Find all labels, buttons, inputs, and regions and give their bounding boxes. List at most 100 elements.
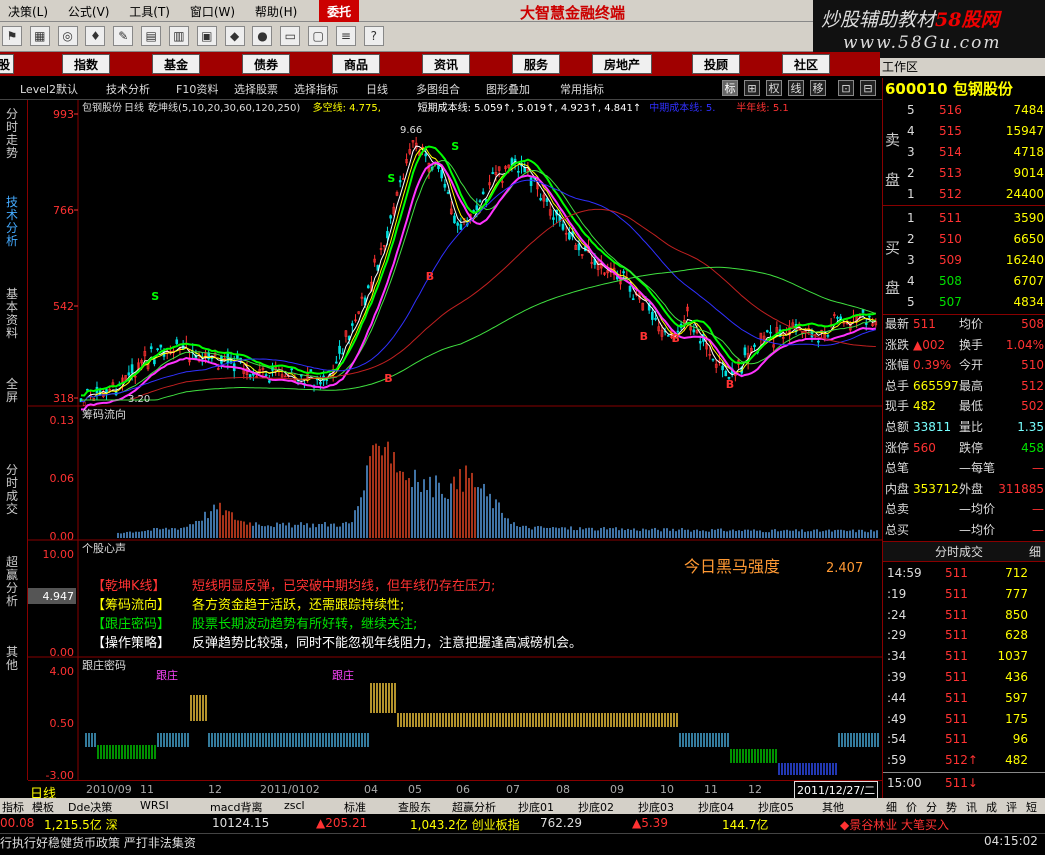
candle-body xyxy=(861,309,865,313)
left-tab-other[interactable]: 其他 xyxy=(6,646,20,672)
sub-select-stock[interactable]: 选择股票 xyxy=(234,81,278,97)
sub-level2[interactable]: Level2默认 xyxy=(20,81,78,97)
chart-header-text: 半年线: 5.1 xyxy=(736,101,788,114)
globe-icon[interactable]: ● xyxy=(252,26,273,46)
right-tab[interactable]: 评 xyxy=(1006,799,1017,815)
sub-multi[interactable]: 多图组合 xyxy=(416,81,460,97)
bottom-tab[interactable]: 抄底02 xyxy=(578,799,614,815)
bottom-tab[interactable]: 指标 xyxy=(2,799,24,815)
left-tab-trades[interactable]: 分时成交 xyxy=(6,464,20,516)
sell-row: 1 512 24400 xyxy=(883,184,1045,205)
books-icon[interactable]: ≡ xyxy=(335,26,356,46)
window-icon[interactable]: ▢ xyxy=(308,26,329,46)
cat-service[interactable]: 服务 xyxy=(512,54,560,74)
cat-fund[interactable]: 基金 xyxy=(152,54,200,74)
sub-move-button[interactable]: 移 xyxy=(810,80,826,96)
bottom-tab[interactable]: macd背离 xyxy=(210,799,263,815)
alarm-icon[interactable]: ♦ xyxy=(85,26,106,46)
sell-volume: 7484 xyxy=(1013,103,1044,117)
candle-body xyxy=(836,317,839,319)
calc-icon[interactable]: ▣ xyxy=(196,26,217,46)
cat-commodity[interactable]: 商品 xyxy=(332,54,380,74)
sub-tech[interactable]: 技术分析 xyxy=(106,81,150,97)
tick-time: :54 xyxy=(887,732,907,747)
sub-f10[interactable]: F10资料 xyxy=(176,81,218,97)
tick-volume: 628 xyxy=(1005,628,1028,643)
news-ticker[interactable]: 行执行好稳健货币政策 严打非法集资 xyxy=(0,834,196,851)
candle-body xyxy=(159,344,163,348)
sub-select-indicator[interactable]: 选择指标 xyxy=(294,81,338,97)
menu-formula[interactable]: 公式(V) xyxy=(60,0,118,23)
bottom-tab[interactable]: 其他 xyxy=(822,799,844,815)
grid-icon[interactable]: ▦ xyxy=(29,26,50,46)
binoculars-icon[interactable]: ◎ xyxy=(57,26,78,46)
low-label: 3.20 xyxy=(128,394,150,405)
sub-list-button[interactable]: ⊟ xyxy=(860,80,876,96)
heart-panel: 个股心声10.004.9470.00今日黑马强度 2.407【乾坤K线】 短线明显反… xyxy=(28,541,882,659)
left-tab-chaoying[interactable]: 超赢分析 xyxy=(6,556,20,608)
shield-icon[interactable]: ◆ xyxy=(224,26,245,46)
right-tab[interactable]: 短 xyxy=(1026,799,1037,815)
bottom-tab[interactable]: 抄底04 xyxy=(698,799,734,815)
date-current: 2011/12/27/二 xyxy=(794,781,879,799)
bottom-tab[interactable]: Dde决策 xyxy=(68,799,112,815)
bottom-tab[interactable]: 抄底03 xyxy=(638,799,674,815)
sub-box-button[interactable]: ⊡ xyxy=(838,80,854,96)
sub-common[interactable]: 常用指标 xyxy=(560,81,604,97)
bottom-tab[interactable]: 标准 xyxy=(344,799,366,815)
date-tick: 06 xyxy=(456,783,470,796)
bottom-tab[interactable]: 抄底05 xyxy=(758,799,794,815)
tick-row: :29 511 628 xyxy=(883,625,1045,646)
sub-overlay[interactable]: 图形叠加 xyxy=(486,81,530,97)
bottom-tab[interactable]: 超赢分析 xyxy=(452,799,496,815)
book-icon[interactable]: ▤ xyxy=(141,26,162,46)
bottom-tab[interactable]: 模板 xyxy=(32,799,54,815)
bottom-tab[interactable]: 抄底01 xyxy=(518,799,554,815)
right-tab[interactable]: 价 xyxy=(906,799,917,815)
sub-right-button[interactable]: 权 xyxy=(766,80,782,96)
candle-body xyxy=(769,331,772,334)
buy-level: 1 xyxy=(907,211,915,225)
left-tab-tech[interactable]: 技术分析 xyxy=(6,196,20,248)
left-tab-timeshare[interactable]: 分时走势 xyxy=(6,108,20,160)
sub-grid-button[interactable]: ⊞ xyxy=(744,80,760,96)
app-window: 决策(L) 公式(V) 工具(T) 窗口(W) 帮助(H) 委托 大智慧金融终端… xyxy=(0,0,1045,855)
cat-stock[interactable]: 股 xyxy=(0,54,14,74)
tick-row: :19 511 777 xyxy=(883,584,1045,605)
sub-daily[interactable]: 日线 xyxy=(366,81,388,97)
cat-advisor[interactable]: 投顾 xyxy=(692,54,740,74)
menu-help[interactable]: 帮助(H) xyxy=(247,0,305,23)
menu-window[interactable]: 窗口(W) xyxy=(182,0,243,23)
bottom-tab[interactable]: 查股东 xyxy=(398,799,431,815)
cat-index[interactable]: 指数 xyxy=(62,54,110,74)
chart-icon[interactable]: ▥ xyxy=(168,26,189,46)
sub-line-button[interactable]: 线 xyxy=(788,80,804,96)
candle-body xyxy=(561,223,565,230)
quote-row: 涨停 560 跌停 458 xyxy=(883,438,1045,459)
bottom-tab[interactable]: WRSI xyxy=(140,799,169,812)
sub-mark-button[interactable]: 标 xyxy=(722,80,738,96)
menu-tools[interactable]: 工具(T) xyxy=(121,0,178,23)
menu-decision[interactable]: 决策(L) xyxy=(0,0,56,23)
right-tab[interactable]: 分 xyxy=(926,799,937,815)
left-tab-basic[interactable]: 基本资料 xyxy=(6,288,20,340)
entrust-button[interactable]: 委托 xyxy=(319,0,360,23)
cat-realestate[interactable]: 房地产 xyxy=(592,54,652,74)
quote-value2: — xyxy=(1032,502,1044,517)
cat-news[interactable]: 资讯 xyxy=(422,54,470,74)
help-icon[interactable]: ? xyxy=(363,26,384,46)
save-icon[interactable]: ▭ xyxy=(280,26,301,46)
cat-community[interactable]: 社区 xyxy=(782,54,830,74)
ticks-detail-tab[interactable]: 细 xyxy=(1029,542,1041,563)
left-tab-fullscreen[interactable]: 全屏 xyxy=(6,378,20,404)
chip-tick: 0.06 xyxy=(50,472,75,485)
note-icon[interactable]: ✎ xyxy=(113,26,134,46)
right-tab[interactable]: 细 xyxy=(886,799,897,815)
right-tab[interactable]: 成 xyxy=(986,799,997,815)
buy-volume: 3590 xyxy=(1013,211,1044,225)
flag-icon[interactable]: ⚑ xyxy=(2,26,22,46)
right-tab[interactable]: 势 xyxy=(946,799,957,815)
bottom-tab[interactable]: zscl xyxy=(284,799,305,812)
right-tab[interactable]: 讯 xyxy=(966,799,977,815)
cat-bond[interactable]: 债券 xyxy=(242,54,290,74)
